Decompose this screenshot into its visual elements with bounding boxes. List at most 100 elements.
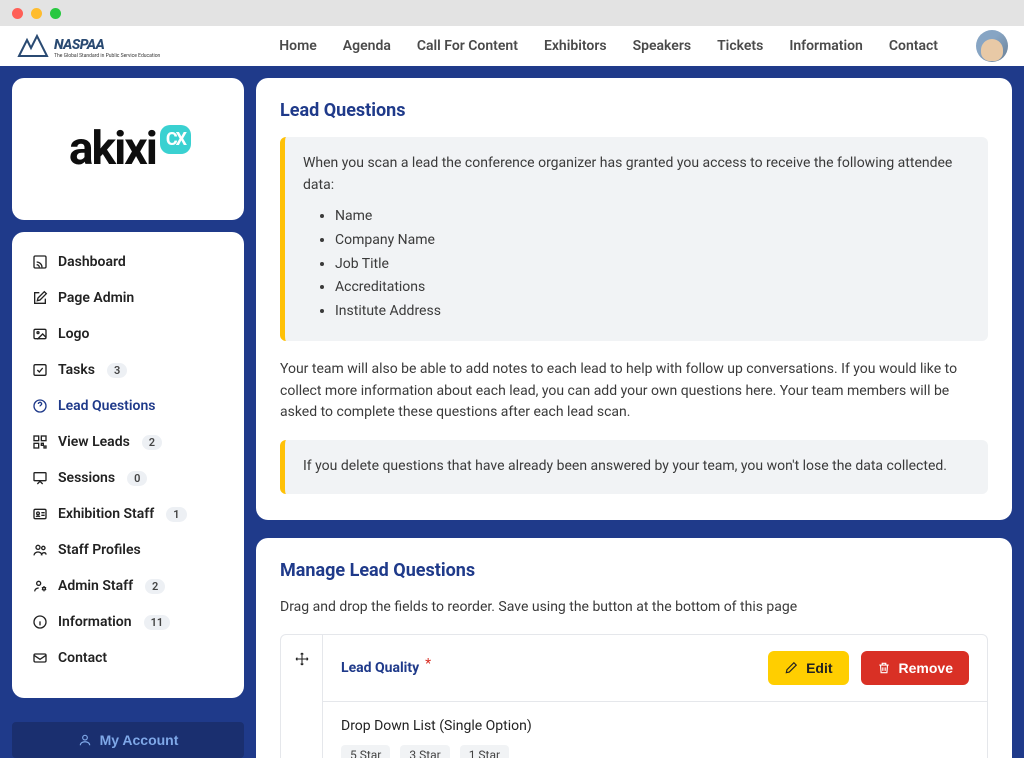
sidebar-item-label: Dashboard — [58, 254, 126, 270]
warn-callout: If you delete questions that have alread… — [280, 440, 988, 494]
option-chip: 3 Star — [400, 745, 449, 758]
list-item: Company Name — [335, 230, 970, 252]
sidebar-item-dashboard[interactable]: Dashboard — [22, 246, 234, 278]
nav-contact[interactable]: Contact — [889, 38, 938, 54]
brand-card: akixi CX — [12, 78, 244, 220]
mail-icon — [32, 650, 48, 666]
lead-questions-card: Lead Questions When you scan a lead the … — [256, 78, 1012, 520]
sidebar-item-lead-questions[interactable]: Lead Questions — [22, 390, 234, 422]
image-icon — [32, 326, 48, 342]
pencil-icon — [784, 661, 798, 675]
nav-agenda[interactable]: Agenda — [343, 38, 391, 54]
sidebar-item-sessions[interactable]: Sessions 0 — [22, 462, 234, 494]
sidebar-item-admin-staff[interactable]: Admin Staff 2 — [22, 570, 234, 602]
user-avatar[interactable] — [976, 30, 1008, 62]
nav-call-for-content[interactable]: Call For Content — [417, 38, 518, 54]
required-indicator: * — [425, 656, 431, 672]
nav-home[interactable]: Home — [279, 38, 317, 54]
nav-tickets[interactable]: Tickets — [717, 38, 763, 54]
field-header: Lead Quality * Edit Remove — [323, 635, 987, 702]
browser-chrome — [0, 0, 1024, 26]
sidebar-item-label: Information — [58, 614, 132, 630]
user-icon — [78, 733, 92, 747]
app-shell: akixi CX Dashboard Page Admin Logo Tasks… — [0, 66, 1024, 758]
rss-icon — [32, 254, 48, 270]
list-item: Institute Address — [335, 301, 970, 323]
edit-button[interactable]: Edit — [768, 651, 848, 685]
check-square-icon — [32, 362, 48, 378]
sidebar-item-label: Logo — [58, 326, 89, 342]
header-logo-text: NASPAA — [54, 37, 104, 53]
nav-information[interactable]: Information — [789, 38, 863, 54]
card-title: Manage Lead Questions — [280, 560, 988, 581]
sidebar-item-label: View Leads — [58, 434, 130, 450]
drag-handle[interactable] — [281, 635, 323, 758]
move-icon — [294, 651, 310, 667]
nav-exhibitors[interactable]: Exhibitors — [544, 38, 607, 54]
brand-logo: akixi CX — [69, 122, 187, 176]
top-nav: Home Agenda Call For Content Exhibitors … — [279, 30, 1008, 62]
field-body: Drop Down List (Single Option) 5 Star 3 … — [323, 702, 987, 758]
list-item: Job Title — [335, 254, 970, 276]
sidebar-item-label: Contact — [58, 650, 107, 666]
sidebar-item-logo[interactable]: Logo — [22, 318, 234, 350]
sidebar-nav: Dashboard Page Admin Logo Tasks 3 Lead Q… — [12, 232, 244, 698]
sidebar-item-label: Lead Questions — [58, 398, 155, 414]
presentation-icon — [32, 470, 48, 486]
badge: 11 — [144, 615, 171, 630]
sidebar-item-contact[interactable]: Contact — [22, 642, 234, 674]
list-item: Accreditations — [335, 277, 970, 299]
nav-speakers[interactable]: Speakers — [633, 38, 692, 54]
remove-button[interactable]: Remove — [861, 651, 969, 685]
sidebar-item-label: Sessions — [58, 470, 115, 486]
window-close-dot[interactable] — [12, 8, 23, 19]
help-circle-icon — [32, 398, 48, 414]
main-content: Lead Questions When you scan a lead the … — [256, 78, 1012, 758]
manage-lead-questions-card: Manage Lead Questions Drag and drop the … — [256, 538, 1012, 758]
users-icon — [32, 542, 48, 558]
option-chip: 1 Star — [460, 745, 509, 758]
sidebar-item-view-leads[interactable]: View Leads 2 — [22, 426, 234, 458]
field-type: Drop Down List (Single Option) — [341, 718, 969, 734]
top-bar: NASPAA The Global Standard in Public Ser… — [0, 26, 1024, 66]
sidebar-item-label: Staff Profiles — [58, 542, 141, 558]
header-logo[interactable]: NASPAA The Global Standard in Public Ser… — [16, 33, 160, 59]
id-icon — [32, 506, 48, 522]
sidebar-item-staff-profiles[interactable]: Staff Profiles — [22, 534, 234, 566]
sidebar-item-label: Tasks — [58, 362, 95, 378]
list-item: Name — [335, 206, 970, 228]
field-content: Lead Quality * Edit Remove Drop — [323, 635, 987, 758]
intro-list: Name Company Name Job Title Accreditatio… — [303, 206, 970, 322]
badge: 0 — [127, 471, 147, 486]
user-gear-icon — [32, 578, 48, 594]
badge: 3 — [107, 363, 127, 378]
badge: 2 — [145, 579, 165, 594]
card-title: Lead Questions — [280, 100, 988, 121]
intro-callout: When you scan a lead the conference orga… — [280, 137, 988, 341]
sidebar-item-exhibition-staff[interactable]: Exhibition Staff 1 — [22, 498, 234, 530]
option-chip: 5 Star — [341, 745, 390, 758]
badge: 1 — [166, 507, 186, 522]
manage-hint: Drag and drop the fields to reorder. Sav… — [280, 597, 988, 619]
sidebar: akixi CX Dashboard Page Admin Logo Tasks… — [12, 78, 244, 758]
sidebar-item-label: Admin Staff — [58, 578, 133, 594]
trash-icon — [877, 661, 891, 675]
field-title: Lead Quality — [341, 660, 419, 676]
sidebar-item-label: Page Admin — [58, 290, 134, 306]
window-maximize-dot[interactable] — [50, 8, 61, 19]
sidebar-item-tasks[interactable]: Tasks 3 — [22, 354, 234, 386]
info-icon — [32, 614, 48, 630]
field-row: Lead Quality * Edit Remove Drop — [280, 634, 988, 758]
sidebar-item-page-admin[interactable]: Page Admin — [22, 282, 234, 314]
brand-badge: CX — [160, 125, 191, 154]
team-notes-text: Your team will also be able to add notes… — [280, 359, 988, 424]
edit-icon — [32, 290, 48, 306]
badge: 2 — [142, 435, 162, 450]
my-account-button[interactable]: My Account — [12, 722, 244, 758]
window-minimize-dot[interactable] — [31, 8, 42, 19]
sidebar-item-information[interactable]: Information 11 — [22, 606, 234, 638]
qr-icon — [32, 434, 48, 450]
warn-text: If you delete questions that have alread… — [303, 458, 947, 474]
intro-lead-text: When you scan a lead the conference orga… — [303, 153, 970, 196]
sidebar-item-label: Exhibition Staff — [58, 506, 154, 522]
